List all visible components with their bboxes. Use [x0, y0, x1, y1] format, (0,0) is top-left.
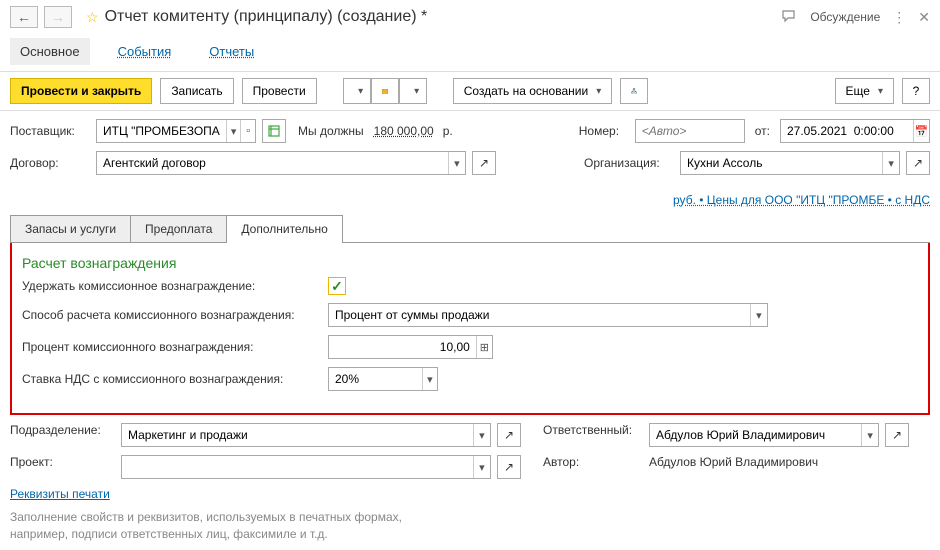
nav-tab-reports[interactable]: Отчеты [199, 38, 264, 65]
help-button[interactable]: ? [902, 78, 930, 104]
section-commission-title: Расчет вознаграждения [12, 253, 928, 277]
dept-input[interactable] [122, 428, 473, 442]
print-requisites-hint: Заполнение свойств и реквизитов, использ… [10, 509, 430, 543]
discuss-link[interactable]: Обсуждение [810, 10, 880, 24]
dropdown-icon[interactable]: ▾ [750, 304, 767, 326]
pct-input[interactable] [329, 340, 476, 354]
method-input[interactable] [329, 308, 750, 322]
debt-amount[interactable]: 180 000,00 [374, 124, 434, 138]
forward-button[interactable]: → [44, 6, 72, 28]
resp-input[interactable] [650, 428, 861, 442]
tab-prepay[interactable]: Предоплата [130, 215, 227, 242]
date-label: от: [755, 124, 770, 138]
more-button[interactable]: Еще [835, 78, 894, 104]
number-input[interactable] [636, 124, 744, 138]
open-icon[interactable]: ▫ [240, 120, 255, 142]
dropdown-icon[interactable]: ▾ [473, 424, 490, 446]
prices-link[interactable]: руб. • Цены для ООО "ИТЦ "ПРОМБЕ • с НДС [0, 191, 940, 215]
calendar-icon[interactable]: 📅 [913, 120, 929, 142]
org-input[interactable] [681, 156, 882, 170]
contract-label: Договор: [10, 156, 90, 170]
author-value: Абдулов Юрий Владимирович [649, 455, 818, 469]
post-and-close-button[interactable]: Провести и закрыть [10, 78, 152, 104]
retain-label: Удержать комиссионное вознаграждение: [22, 279, 322, 293]
project-open-button[interactable]: ↗ [497, 455, 521, 479]
debt-detail-button[interactable] [262, 119, 286, 143]
back-button[interactable]: ← [10, 6, 38, 28]
project-input[interactable] [122, 460, 473, 474]
discuss-icon[interactable] [782, 10, 798, 24]
nav-tab-main[interactable]: Основное [10, 38, 90, 65]
vat-input[interactable] [329, 372, 422, 386]
dropdown-icon[interactable]: ▾ [473, 456, 490, 478]
page-title: Отчет комитенту (принципалу) (создание) … [105, 8, 777, 26]
contract-open-button[interactable]: ↗ [472, 151, 496, 175]
dropdown-icon[interactable]: ▾ [448, 152, 465, 174]
kebab-icon[interactable]: ⋮ [892, 9, 906, 26]
dropdown-icon[interactable]: ▾ [422, 368, 437, 390]
dropdown-icon[interactable]: ▾ [226, 120, 241, 142]
org-label: Организация: [584, 156, 674, 170]
vat-label: Ставка НДС с комиссионного вознаграждени… [22, 372, 322, 386]
tab-stock[interactable]: Запасы и услуги [10, 215, 131, 242]
project-label: Проект: [10, 455, 115, 469]
print-requisites-link[interactable]: Реквизиты печати [10, 487, 110, 501]
method-label: Способ расчета комиссионного вознагражде… [22, 308, 322, 322]
dropdown-icon[interactable]: ▾ [882, 152, 899, 174]
resp-label: Ответственный: [543, 423, 643, 437]
post-button[interactable]: Провести [242, 78, 317, 104]
debt-prefix: Мы должны [298, 124, 364, 138]
date-input[interactable] [781, 124, 913, 138]
favorite-icon[interactable]: ☆ [86, 9, 99, 26]
tab-extra[interactable]: Дополнительно [226, 215, 342, 242]
supplier-label: Поставщик: [10, 124, 90, 138]
pct-label: Процент комиссионного вознаграждения: [22, 340, 322, 354]
nav-tab-events[interactable]: События [108, 38, 182, 65]
attach-button[interactable] [343, 78, 371, 104]
author-label: Автор: [543, 455, 643, 469]
mail-button[interactable] [371, 78, 399, 104]
close-icon[interactable]: ✕ [918, 9, 930, 26]
retain-checkbox[interactable]: ✓ [328, 277, 346, 295]
calculator-icon[interactable]: ⊞ [476, 336, 492, 358]
structure-button[interactable] [620, 78, 648, 104]
org-open-button[interactable]: ↗ [906, 151, 930, 175]
create-based-button[interactable]: Создать на основании [453, 78, 613, 104]
debt-currency: р. [443, 124, 453, 138]
save-button[interactable]: Записать [160, 78, 233, 104]
contract-input[interactable] [97, 156, 448, 170]
resp-open-button[interactable]: ↗ [885, 423, 909, 447]
number-label: Номер: [579, 124, 629, 138]
dept-label: Подразделение: [10, 423, 115, 437]
dept-open-button[interactable]: ↗ [497, 423, 521, 447]
dropdown-icon[interactable]: ▾ [861, 424, 878, 446]
print-button[interactable] [399, 78, 427, 104]
supplier-input[interactable] [97, 124, 226, 138]
